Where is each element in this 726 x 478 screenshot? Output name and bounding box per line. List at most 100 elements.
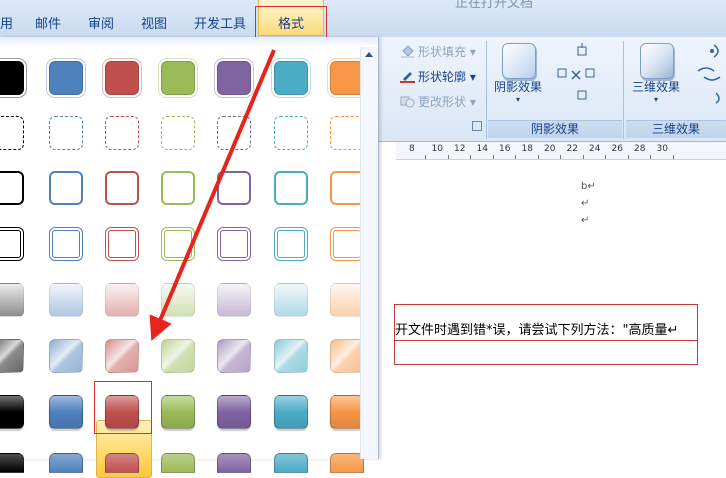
style-swatch-partial-intense-purple[interactable] [217,453,251,473]
style-swatch-filled-plain-green[interactable] [161,61,195,95]
style-swatch-outline-purple[interactable] [217,171,251,205]
chevron-down-icon: ▾ [515,95,520,104]
style-swatch-light-gradient-aqua[interactable] [274,283,308,317]
style-swatch-partial-intense-black[interactable] [0,453,24,473]
style-swatch-filled-plain-orange[interactable] [330,61,364,95]
shape-outline-button[interactable]: 形状轮廓 ▾ [400,68,476,85]
gallery-header [0,37,378,47]
shadow-effects-icon[interactable] [502,43,536,79]
style-swatch-dashed-outline-green[interactable] [161,116,195,150]
3d-group-label: 三维效果 [626,120,726,138]
gallery-scrollbar[interactable] [360,47,378,459]
style-swatch-glossy-light-purple[interactable] [217,339,251,373]
ruler-number: 18 [521,144,533,154]
style-swatch-light-gradient-red[interactable] [105,283,139,317]
style-swatch-outline-blue[interactable] [49,171,83,205]
style-swatch-filled-plain-black[interactable] [0,61,24,95]
style-swatch-glossy-intense-aqua[interactable] [274,395,308,429]
dialog-launcher-icon[interactable] [472,121,482,131]
style-swatch-dashed-outline-red[interactable] [105,116,139,150]
style-swatch-dashed-outline-aqua[interactable] [274,116,308,150]
style-swatch-light-gradient-green[interactable] [161,283,195,317]
style-swatch-light-gradient-blue[interactable] [49,283,83,317]
ruler-tick [492,155,494,159]
ruler-tick [650,155,651,159]
style-swatch-double-outline-green[interactable] [161,227,195,261]
paragraph-mark: b↵ [581,181,596,192]
style-swatch-dashed-outline-blue[interactable] [49,116,83,150]
3d-effects-button[interactable]: 三维效果 ▾ [628,78,684,105]
style-swatch-partial-intense-red[interactable] [105,453,139,473]
style-swatch-double-outline-black[interactable] [0,227,24,261]
style-swatch-glossy-intense-purple[interactable] [217,395,251,429]
paint-bucket-icon [400,45,415,58]
style-swatch-filled-plain-red[interactable] [105,61,139,95]
horizontal-ruler[interactable]: 8 10 12 14 16 18 20 22 24 26 28 30 [396,142,726,160]
shape-fill-label: 形状填充 [418,45,467,59]
3d-effects-icon[interactable] [640,43,674,79]
style-swatch-double-outline-purple[interactable] [217,227,251,261]
ruler-number: 22 [566,144,578,154]
style-swatch-partial-intense-blue[interactable] [49,453,83,473]
ruler-tick [537,155,539,159]
change-shape-button[interactable]: 更改形状 ▾ [400,93,476,110]
tab-partial[interactable]: 用 [0,13,13,32]
ribbon-tab-bar: 用 邮件 审阅 视图 开发工具 格式 正在打开文档 [0,0,726,38]
style-swatch-partial-intense-green[interactable] [161,453,195,473]
style-swatch-dashed-outline-black[interactable] [0,116,24,150]
change-shape-label: 更改形状 [418,95,467,109]
ruler-number: 24 [589,144,601,154]
style-swatch-outline-aqua[interactable] [274,171,308,205]
style-swatch-light-gradient-orange[interactable] [330,283,364,317]
ruler-tick [447,155,449,159]
style-swatch-glossy-light-black[interactable] [0,339,24,373]
style-swatch-double-outline-blue[interactable] [49,227,83,261]
text-underline [395,340,697,341]
tilt-icon [697,44,721,104]
style-swatch-partial-intense-orange[interactable] [330,453,364,473]
chevron-down-icon: ▾ [653,95,658,104]
style-swatch-glossy-light-blue[interactable] [49,339,83,373]
style-swatch-double-outline-red[interactable] [105,227,139,261]
style-swatch-glossy-intense-green[interactable] [161,395,195,429]
document-text-box[interactable]: 开文件时遇到错*误，请尝试下列方法："高质量↵ [394,304,698,365]
text-box-content[interactable]: 开文件时遇到错*误，请尝试下列方法："高质量↵ [395,319,678,338]
shadow-nudge-controls[interactable] [556,43,596,103]
style-swatch-glossy-light-orange[interactable] [330,339,364,373]
style-swatch-light-gradient-purple[interactable] [217,283,251,317]
ruler-number: 14 [476,144,488,154]
shadow-effects-button[interactable]: 阴影效果 ▾ [490,78,546,105]
style-swatch-double-outline-orange[interactable] [330,227,364,261]
style-swatch-dashed-outline-orange[interactable] [330,116,364,150]
separator [486,41,487,139]
tab-developer[interactable]: 开发工具 [194,13,246,32]
shape-styles-gallery[interactable] [0,37,379,478]
style-swatch-glossy-light-red[interactable] [105,339,139,373]
style-swatch-outline-orange[interactable] [330,171,364,205]
3d-tilt-controls[interactable] [692,41,726,105]
style-swatch-filled-plain-blue[interactable] [49,61,83,95]
tab-view[interactable]: 视图 [141,13,167,32]
style-swatch-glossy-intense-orange[interactable] [330,395,364,429]
style-swatch-glossy-light-aqua[interactable] [274,339,308,373]
style-swatch-glossy-light-green[interactable] [161,339,195,373]
shape-fill-button[interactable]: 形状填充 ▾ [400,43,476,60]
tab-review[interactable]: 审阅 [88,13,114,32]
style-swatch-outline-green[interactable] [161,171,195,205]
style-swatch-glossy-intense-black[interactable] [0,395,24,429]
style-swatch-filled-plain-purple[interactable] [217,61,251,95]
style-swatch-outline-black[interactable] [0,171,24,205]
ruler-tick [425,155,426,159]
style-swatch-dashed-outline-purple[interactable] [217,116,251,150]
style-swatch-glossy-intense-blue[interactable] [49,395,83,429]
scroll-up-arrow-icon[interactable] [365,52,373,57]
change-shape-icon [400,95,415,108]
tab-mailings[interactable]: 邮件 [35,13,61,32]
style-swatch-filled-plain-aqua[interactable] [274,61,308,95]
annotation-box-format-tab [255,6,327,38]
style-swatch-double-outline-aqua[interactable] [274,227,308,261]
style-swatch-light-gradient-black[interactable] [0,283,24,317]
ruler-number: 12 [454,144,466,154]
style-swatch-partial-intense-aqua[interactable] [274,453,308,473]
style-swatch-outline-red[interactable] [105,171,139,205]
